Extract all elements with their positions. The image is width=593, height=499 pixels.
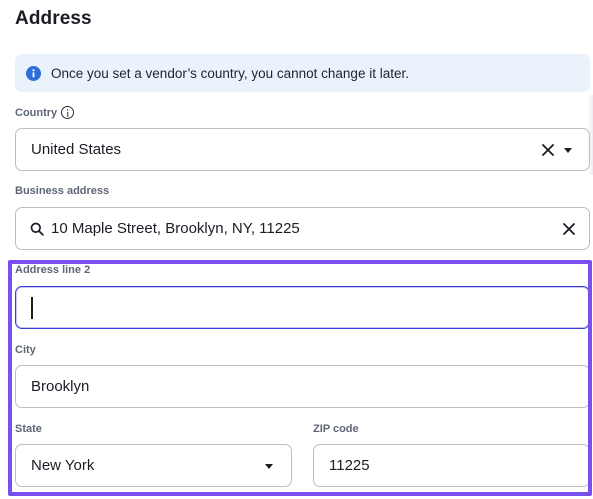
- country-label-text: Country: [15, 107, 58, 119]
- city-value: Brooklyn: [31, 378, 90, 395]
- info-icon[interactable]: [61, 106, 75, 119]
- info-banner: Once you set a vendor’s country, you can…: [15, 54, 590, 92]
- state-label: State: [15, 423, 42, 435]
- country-select[interactable]: United States: [15, 128, 590, 171]
- clear-icon[interactable]: [541, 143, 555, 157]
- info-banner-text: Once you set a vendor’s country, you can…: [51, 65, 409, 81]
- state-value: New York: [31, 457, 95, 474]
- state-select[interactable]: New York: [15, 444, 292, 487]
- business-address-label: Business address: [15, 185, 110, 197]
- search-icon: [30, 222, 44, 236]
- zip-value: 11225: [329, 457, 370, 474]
- zip-label: ZIP code: [313, 423, 359, 435]
- dropdown-arrow-icon[interactable]: [564, 148, 572, 153]
- text-cursor: [31, 296, 33, 319]
- section-title: Address: [15, 8, 92, 29]
- scroll-edge-shadow: [587, 95, 593, 175]
- country-label: Country: [15, 106, 75, 119]
- dropdown-arrow-icon[interactable]: [265, 464, 273, 469]
- country-value: United States: [31, 141, 122, 158]
- business-address-input[interactable]: 10 Maple Street, Brooklyn, NY, 11225: [15, 207, 590, 250]
- clear-icon[interactable]: [562, 222, 576, 236]
- address-line2-input[interactable]: [15, 286, 590, 329]
- city-label: City: [15, 344, 36, 356]
- zip-input[interactable]: 11225: [313, 444, 590, 487]
- business-address-value: 10 Maple Street, Brooklyn, NY, 11225: [51, 220, 300, 237]
- info-icon: [26, 65, 41, 81]
- city-input[interactable]: Brooklyn: [15, 365, 590, 408]
- address-line2-label: Address line 2: [15, 264, 91, 276]
